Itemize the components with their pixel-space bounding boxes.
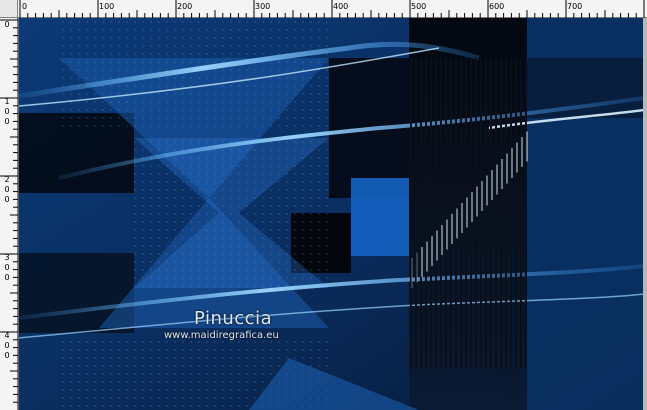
blue-block-center	[351, 178, 409, 256]
ruler-label-500: 500	[411, 2, 427, 11]
ruler-corner	[0, 0, 18, 18]
dot-grid-center	[134, 138, 329, 288]
ruler-label-400: 400	[333, 2, 349, 11]
vertical-ruler[interactable]: 0 1 0 0 2 0 0 3 0 0 4 0 0	[0, 18, 18, 410]
dark-band-right	[527, 58, 643, 118]
ruler-label-200: 200	[177, 2, 193, 11]
ruler-label-700: 700	[567, 2, 583, 11]
watermark-url: www.maidiregrafica.eu	[164, 330, 279, 341]
ruler-label-100: 100	[99, 2, 115, 11]
watermark-name: Pinuccia	[194, 308, 273, 329]
ruler-label-0: 0	[22, 2, 28, 11]
artwork	[19, 18, 643, 410]
ruler-label-300: 300	[255, 2, 271, 11]
scrollbar-edge[interactable]	[643, 18, 647, 410]
image-canvas[interactable]: Pinuccia www.maidiregrafica.eu	[18, 18, 643, 410]
horizontal-ruler[interactable]: 0 100 200 300 400 500 600 700	[0, 0, 647, 18]
horizontal-ruler-ticks	[19, 0, 645, 18]
ruler-label-600: 600	[489, 2, 505, 11]
